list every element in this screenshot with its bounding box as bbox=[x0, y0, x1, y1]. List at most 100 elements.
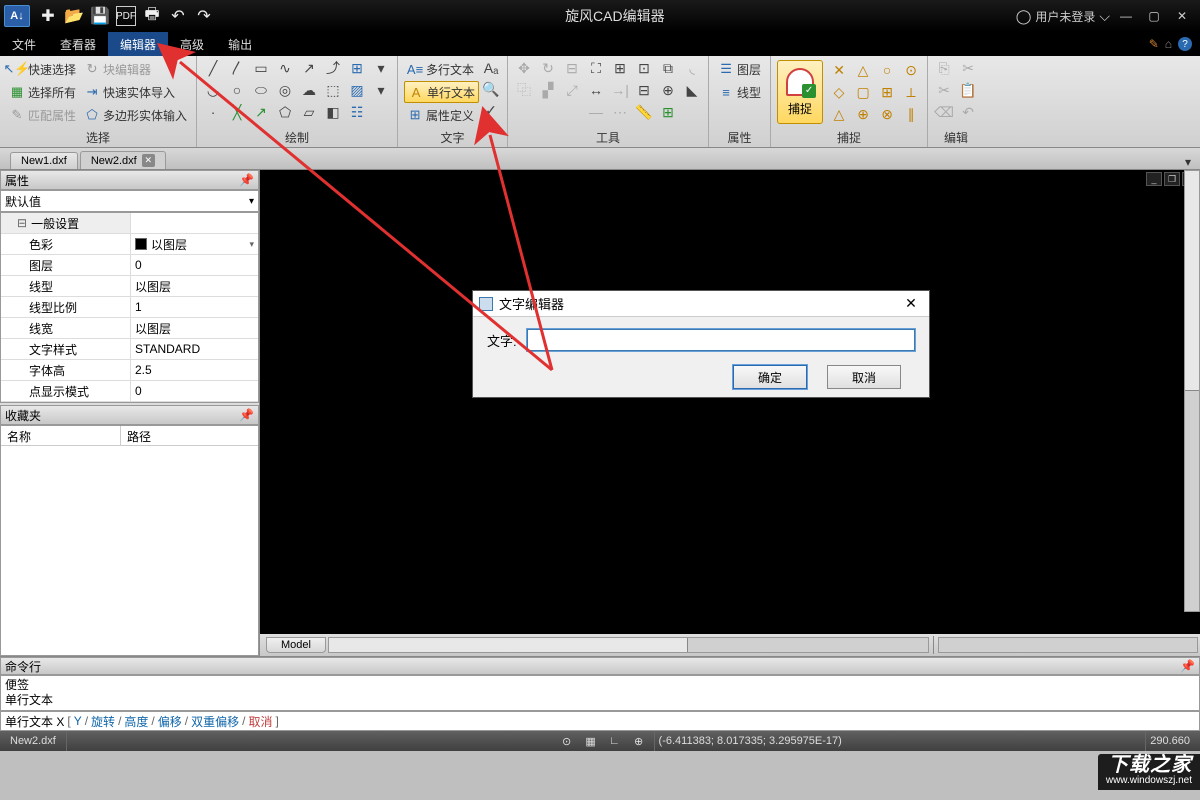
snap-quad-icon[interactable]: ◇ bbox=[829, 82, 849, 102]
open-icon[interactable]: 📂 bbox=[64, 6, 84, 26]
polygon2-icon[interactable]: ⬠ bbox=[275, 102, 295, 122]
menu-advanced[interactable]: 高级 bbox=[168, 32, 216, 56]
explode-icon[interactable]: ⛶ bbox=[586, 58, 606, 78]
prop-row[interactable]: 色彩以图层▾ bbox=[1, 234, 258, 255]
ray-icon[interactable]: ↗ bbox=[251, 102, 271, 122]
maximize-icon[interactable]: ▢ bbox=[1142, 9, 1166, 23]
boundary-icon[interactable]: ◧ bbox=[323, 102, 343, 122]
join-icon[interactable]: ⊕ bbox=[658, 80, 678, 100]
favorites-col-path[interactable]: 路径 bbox=[121, 426, 157, 445]
ellipse-icon[interactable]: ⬭ bbox=[251, 80, 271, 100]
help-icon[interactable]: ? bbox=[1178, 37, 1192, 51]
rect-icon[interactable]: ▭ bbox=[251, 58, 271, 78]
circle-icon[interactable]: ○ bbox=[227, 80, 247, 100]
prop-group-header[interactable]: 一般设置 bbox=[1, 213, 258, 234]
table-icon[interactable]: ☷ bbox=[347, 102, 367, 122]
dialog-close-icon[interactable]: ✕ bbox=[899, 294, 923, 314]
dialog-titlebar[interactable]: 文字编辑器 ✕ bbox=[473, 291, 929, 317]
array-icon[interactable]: ⊡ bbox=[634, 58, 654, 78]
prop-row[interactable]: 线宽以图层 bbox=[1, 318, 258, 339]
xline-icon[interactable]: ╳ bbox=[227, 102, 247, 122]
snap-app-icon[interactable]: ⊗ bbox=[877, 104, 897, 124]
region-icon[interactable]: ▱ bbox=[299, 102, 319, 122]
pdf-icon[interactable]: PDF bbox=[116, 6, 136, 26]
attdef-button[interactable]: ⊞属性定义 bbox=[404, 104, 479, 126]
prop-row[interactable]: 字体高2.5 bbox=[1, 360, 258, 381]
save-icon[interactable]: 💾 bbox=[90, 6, 110, 26]
user-icon[interactable]: ◯ bbox=[1016, 8, 1032, 25]
wipeout-icon[interactable]: ⬚ bbox=[323, 80, 343, 100]
style-icon[interactable]: ✎ bbox=[1149, 37, 1159, 51]
redo-icon[interactable]: ↷ bbox=[194, 6, 214, 26]
prop-row[interactable]: 文字样式STANDARD bbox=[1, 339, 258, 360]
snap-cen-icon[interactable]: ○ bbox=[877, 60, 897, 80]
command-prompt[interactable]: 单行文本 X [ Y/ 旋转/ 高度/ 偏移/ 双重偏移/ 取消 ] bbox=[0, 711, 1200, 731]
prop-row[interactable]: 线型比例1 bbox=[1, 297, 258, 318]
snap-perp-icon[interactable]: ⟂ bbox=[901, 82, 921, 102]
prop-row[interactable]: 线型以图层 bbox=[1, 276, 258, 297]
arc-icon[interactable]: ◡ bbox=[203, 80, 223, 100]
mtext-button[interactable]: A≡多行文本 bbox=[404, 58, 479, 80]
offset-icon[interactable]: ⧉ bbox=[658, 58, 678, 78]
status-ortho-icon[interactable]: ∟ bbox=[606, 735, 624, 747]
pin-icon[interactable]: 📌 bbox=[1180, 659, 1195, 673]
model-tab[interactable]: Model bbox=[266, 637, 326, 653]
hatch-icon[interactable]: ▨ bbox=[347, 80, 367, 100]
close-icon[interactable]: ✕ bbox=[1170, 9, 1194, 23]
canvas-min-icon[interactable]: _ bbox=[1146, 172, 1162, 186]
favorites-col-name[interactable]: 名称 bbox=[1, 426, 121, 445]
print-icon[interactable]: 🖶 bbox=[142, 6, 162, 26]
stext-button[interactable]: A单行文本 bbox=[404, 81, 479, 103]
stretch-icon[interactable]: ↔ bbox=[586, 80, 606, 100]
linetype-button[interactable]: ≡线型 bbox=[715, 81, 764, 103]
undo-icon[interactable]: ↶ bbox=[168, 6, 188, 26]
vertical-scrollbar[interactable] bbox=[1184, 170, 1200, 612]
donut-icon[interactable]: ◎ bbox=[275, 80, 295, 100]
fast-entity-import-button[interactable]: ⇥快速实体导入 bbox=[81, 81, 190, 103]
cancel-button[interactable]: 取消 bbox=[827, 365, 901, 389]
menu-viewer[interactable]: 查看器 bbox=[48, 32, 108, 56]
drawing-canvas[interactable]: _ ❐ ✕ bbox=[260, 170, 1200, 634]
measure-icon[interactable]: 📏 bbox=[634, 102, 654, 122]
doc-tab[interactable]: New1.dxf bbox=[10, 152, 78, 169]
spline-icon[interactable]: ∿ bbox=[275, 58, 295, 78]
menu-file[interactable]: 文件 bbox=[0, 32, 48, 56]
paste-spec-icon[interactable]: 📋 bbox=[958, 80, 978, 100]
hatch-drop-icon[interactable]: ▾ bbox=[371, 80, 391, 100]
prop-row[interactable]: 点显示模式0 bbox=[1, 381, 258, 402]
snap-par-icon[interactable]: ∥ bbox=[901, 104, 921, 124]
menu-editor[interactable]: 编辑器 bbox=[108, 32, 168, 56]
point-icon[interactable]: · bbox=[203, 102, 223, 122]
properties-selector[interactable]: 默认值▾ bbox=[0, 190, 259, 212]
align-icon[interactable]: ⊞ bbox=[610, 58, 630, 78]
canvas-restore-icon[interactable]: ❐ bbox=[1164, 172, 1180, 186]
pin-icon[interactable]: 📌 bbox=[239, 173, 254, 187]
doc-tab[interactable]: New2.dxf✕ bbox=[80, 151, 166, 169]
revcloud-icon[interactable]: ☁ bbox=[299, 80, 319, 100]
line-icon[interactable]: ╱ bbox=[203, 58, 223, 78]
poly-entity-input-button[interactable]: ⬠多边形实体输入 bbox=[81, 104, 190, 126]
leader-icon[interactable]: ↗ bbox=[299, 58, 319, 78]
text-input[interactable] bbox=[527, 329, 915, 351]
user-label[interactable]: 用户未登录 bbox=[1035, 8, 1095, 25]
snap-near-icon[interactable]: ⊕ bbox=[853, 104, 873, 124]
snap-end-icon[interactable]: ✕ bbox=[829, 60, 849, 80]
new-icon[interactable]: ✚ bbox=[38, 6, 58, 26]
status-grid-icon[interactable]: ▦ bbox=[582, 735, 600, 748]
snap-button[interactable]: 捕捉 bbox=[777, 60, 823, 124]
tab-close-icon[interactable]: ✕ bbox=[142, 154, 155, 167]
user-chevron-icon[interactable]: ⌵ bbox=[1099, 8, 1110, 25]
prop-row[interactable]: 图层0 bbox=[1, 255, 258, 276]
layer-button[interactable]: ☰图层 bbox=[715, 58, 764, 80]
h-scrollbar-left[interactable] bbox=[328, 637, 929, 653]
snap-ins-icon[interactable]: ⊞ bbox=[877, 82, 897, 102]
textstyle-icon[interactable]: Aₐ bbox=[481, 58, 501, 78]
menu-output[interactable]: 输出 bbox=[216, 32, 264, 56]
ok-button[interactable]: 确定 bbox=[733, 365, 807, 389]
group-icon[interactable]: ⊞ bbox=[658, 102, 678, 122]
minimize-icon[interactable]: — bbox=[1114, 9, 1138, 23]
snap-node-icon[interactable]: ⊙ bbox=[901, 60, 921, 80]
find-icon[interactable]: 🔍 bbox=[481, 79, 501, 99]
snap-int-icon[interactable]: ▢ bbox=[853, 82, 873, 102]
pin-icon[interactable]: 📌 bbox=[239, 408, 254, 422]
